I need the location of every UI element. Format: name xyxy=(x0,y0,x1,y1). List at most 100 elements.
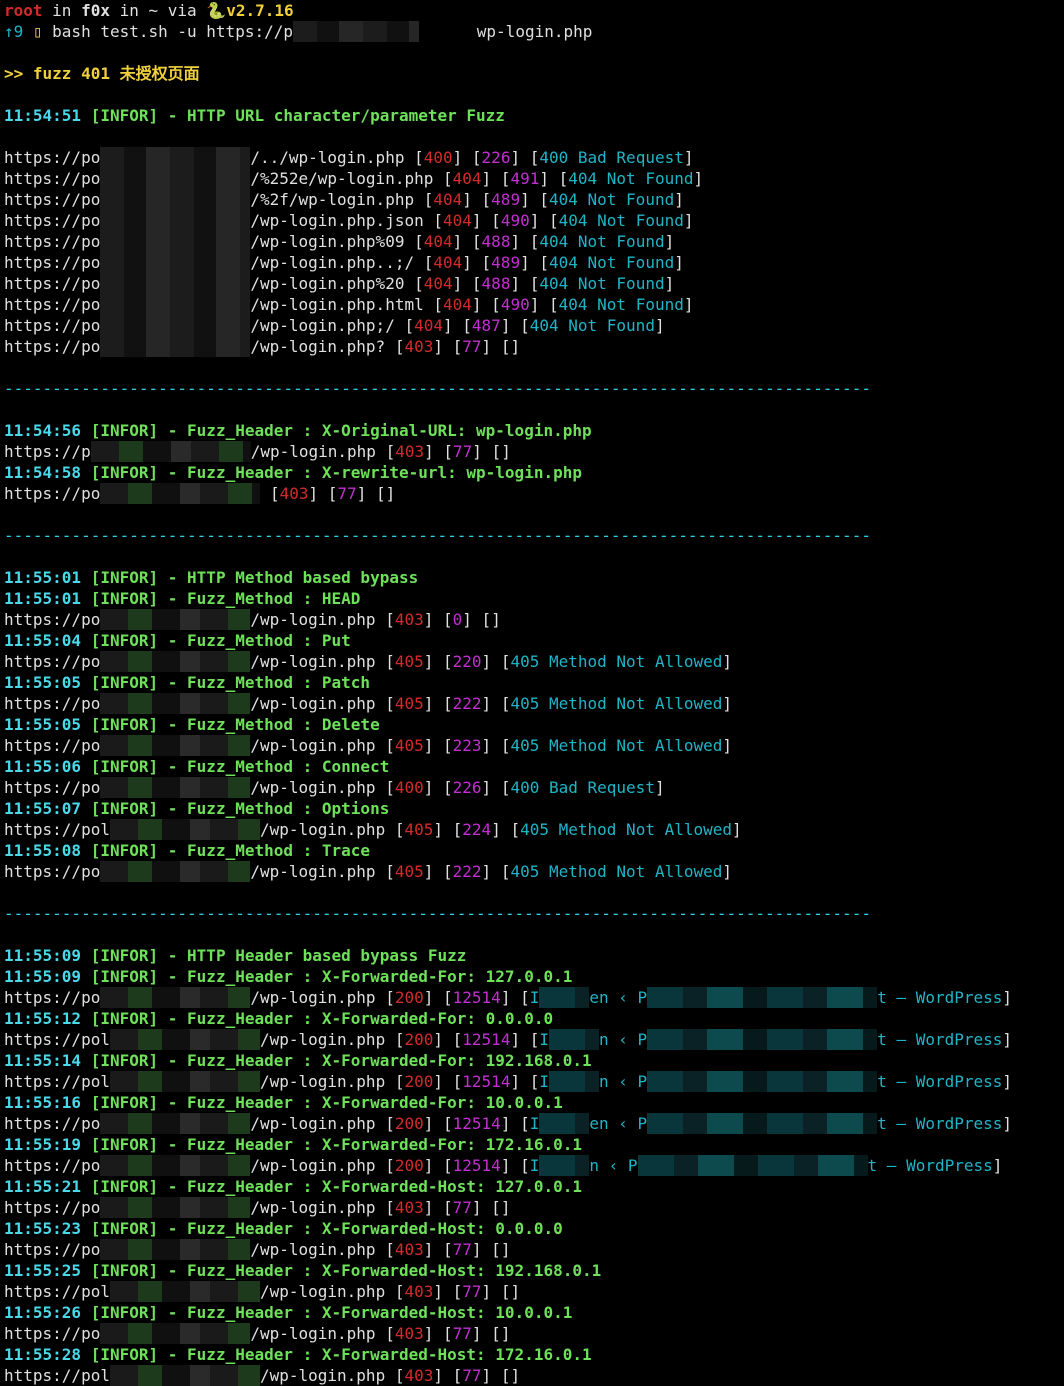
bracket: ] xyxy=(385,484,396,503)
log-timestamp: 11:55:19 xyxy=(4,1135,82,1154)
status-code: 405 xyxy=(394,736,424,755)
bracket: ] [ xyxy=(423,1198,453,1217)
result-path: /%2f/wp-login.php xyxy=(250,190,424,209)
bracket: ] [ xyxy=(308,484,338,503)
prompt-host: f0x xyxy=(81,1,110,20)
status-code: 404 xyxy=(423,274,453,293)
bracket: ] [ xyxy=(424,442,454,461)
bracket: [ xyxy=(385,736,395,755)
redacted-host xyxy=(100,252,251,273)
header-bypass-section: 11:55:09 [INFOR] - HTTP Header based byp… xyxy=(4,945,1064,1386)
result-path: /wp-login.php xyxy=(259,1030,395,1049)
page-title: en ‹ P xyxy=(589,988,648,1007)
status-code: 403 xyxy=(394,610,424,629)
log-level-tag: [INFOR] xyxy=(90,463,159,482)
command-line[interactable]: ↑9 ▯ bash test.sh -u https://p wp-login.… xyxy=(4,21,1064,42)
response-size: 77 xyxy=(337,484,357,503)
response-message: 404 Not Found xyxy=(529,316,655,335)
result-path: /../wp-login.php xyxy=(250,148,415,167)
log-info-line: 11:55:09 [INFOR] - HTTP Header based byp… xyxy=(4,945,1064,966)
page-title: I xyxy=(539,1072,549,1091)
log-message: - Fuzz_Header : X-Forwarded-For: 0.0.0.0 xyxy=(158,1009,554,1028)
response-message: 405 Method Not Allowed xyxy=(510,694,723,713)
page-title: t — WordPress xyxy=(877,1072,1003,1091)
log-timestamp: 11:55:16 xyxy=(4,1093,82,1112)
bracket: [ xyxy=(414,274,424,293)
bracket: [ xyxy=(385,778,395,797)
redacted-host xyxy=(90,441,251,462)
log-timestamp: 11:55:01 xyxy=(4,568,82,587)
redacted-host xyxy=(100,1197,251,1218)
log-message: - Fuzz_Header : X-Original-URL: wp-login… xyxy=(158,421,592,440)
log-level-tag: [INFOR] xyxy=(90,1303,159,1322)
bracket: ] [ xyxy=(510,148,540,167)
redacted-host xyxy=(100,294,251,315)
redacted-title xyxy=(647,1113,878,1134)
bracket: ] xyxy=(510,1282,521,1301)
status-code: 404 xyxy=(433,253,463,272)
redacted-host xyxy=(100,1113,251,1134)
bracket: ] xyxy=(683,148,694,167)
log-message: - Fuzz_Header : X-Forwarded-Host: 192.16… xyxy=(158,1261,602,1280)
prompt-in-dir: in ~ via xyxy=(109,1,207,20)
log-timestamp: 11:55:23 xyxy=(4,1219,82,1238)
status-code: 404 xyxy=(414,316,443,335)
bracket: ] [ xyxy=(433,820,463,839)
bracket: ] [ xyxy=(481,778,511,797)
bracket: ] [ xyxy=(500,316,530,335)
result-url-prefix: https://pol xyxy=(4,1282,110,1301)
result-line: https://po/wp-login.php [405] [220] [405… xyxy=(4,651,1064,672)
bracket: ] [ xyxy=(481,169,511,188)
terminal-window[interactable]: root in f0x in ~ via 🐍v2.7.16 ↑9 ▯ bash … xyxy=(0,0,1064,1386)
result-path: /wp-login.php? xyxy=(250,337,395,356)
result-line: https://po/wp-login.php [200] [12514] [I… xyxy=(4,1155,1064,1176)
redacted-host xyxy=(109,1365,260,1386)
log-level-tag: [INFOR] xyxy=(90,757,159,776)
log-timestamp: 11:55:07 xyxy=(4,799,82,818)
redacted-title xyxy=(549,1071,599,1092)
log-message: - Fuzz_Method : Delete xyxy=(158,715,380,734)
bracket: ] [ xyxy=(356,484,386,503)
bracket: [ xyxy=(414,232,424,251)
log-info-line: 11:55:01 [INFOR] - Fuzz_Method : HEAD xyxy=(4,588,1064,609)
log-level-tag: [INFOR] xyxy=(90,631,159,650)
bracket: ] xyxy=(510,1366,521,1385)
response-size: 77 xyxy=(452,1324,472,1343)
response-size: 491 xyxy=(510,169,540,188)
bracket: ] [ xyxy=(433,1282,463,1301)
result-url-prefix: https://po xyxy=(4,736,101,755)
redacted-host xyxy=(109,1029,260,1050)
bracket: ] [ xyxy=(481,862,511,881)
redacted-title xyxy=(637,1155,868,1176)
separator: ----------------------------------------… xyxy=(4,904,871,923)
log-message: - HTTP Header based bypass Fuzz xyxy=(158,946,467,965)
bracket: ] [ xyxy=(462,610,492,629)
result-path: /wp-login.php xyxy=(250,862,386,881)
bracket: ] [ xyxy=(423,1156,453,1175)
log-message: - Fuzz_Method : Patch xyxy=(158,673,371,692)
bracket: ] xyxy=(654,316,665,335)
bracket: ] [ xyxy=(471,295,501,314)
original-url-section: 11:54:56 [INFOR] - Fuzz_Header : X-Origi… xyxy=(4,420,1064,504)
response-message: 404 Not Found xyxy=(539,274,665,293)
result-url-prefix: https://po xyxy=(4,694,101,713)
log-timestamp: 11:55:21 xyxy=(4,1177,82,1196)
response-message: 405 Method Not Allowed xyxy=(510,736,723,755)
log-timestamp: 11:55:08 xyxy=(4,841,82,860)
result-path: /wp-login.php xyxy=(250,1114,386,1133)
bracket: ] [ xyxy=(462,190,492,209)
page-title: n ‹ P xyxy=(599,1072,648,1091)
bracket: [ xyxy=(385,862,395,881)
log-level-tag: [INFOR] xyxy=(90,106,159,125)
page-title: t — WordPress xyxy=(867,1156,993,1175)
bracket: ] [ xyxy=(500,1156,530,1175)
redacted-host xyxy=(100,336,251,357)
result-line: https://po/wp-login.php;/ [404] [487] [4… xyxy=(4,315,1064,336)
